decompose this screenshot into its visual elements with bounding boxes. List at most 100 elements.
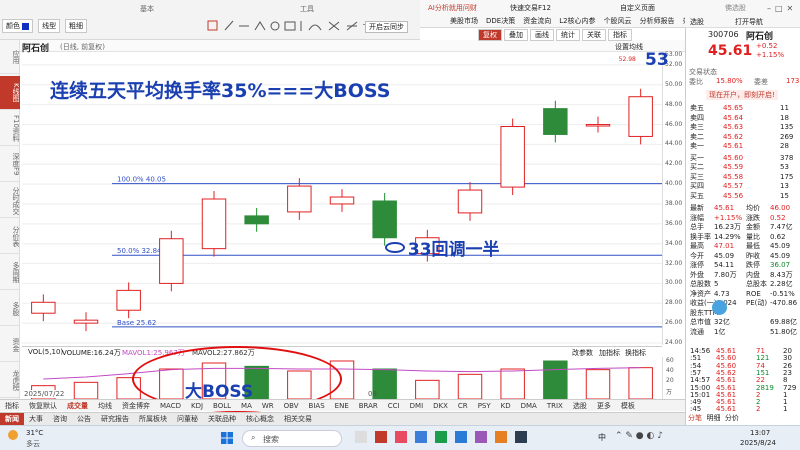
indicator-tab-24[interactable]: 模板 [616, 400, 640, 411]
buy-row-2-col-1: 45.58 [723, 172, 744, 181]
indicator-tab-18[interactable]: PSY [473, 400, 496, 411]
buy-row-2: 买三 45.58 175 [688, 173, 800, 183]
volume-chart[interactable] [22, 357, 662, 399]
top-tab-stock-pick[interactable]: 选股 [690, 17, 704, 27]
line-type-button[interactable]: 线型 [38, 19, 61, 33]
bottom-tab-1[interactable]: 大事 [24, 413, 48, 425]
windows-start-icon[interactable] [221, 432, 233, 444]
chart-button-5[interactable]: 指标 [608, 29, 632, 41]
indicator-tab-14[interactable]: CCI [383, 400, 405, 411]
float-assistant-icon[interactable] [712, 300, 727, 315]
bottom-tab-0[interactable]: 新闻 [0, 413, 24, 425]
app-red-icon[interactable] [395, 431, 407, 443]
chart-button-0[interactable]: 复权 [478, 29, 502, 41]
color-button[interactable]: 颜色 [2, 19, 34, 33]
indicator-tab-11[interactable]: BIAS [304, 400, 330, 411]
left-tab-8[interactable]: 资金 [0, 328, 20, 362]
tray-icons[interactable]: ⌃ ✎ ● ◐ ♪ [615, 431, 663, 441]
bottom-tab-7[interactable]: 关联品种 [203, 413, 241, 425]
indicator-tab-12[interactable]: ENE [330, 400, 354, 411]
indicator-tab-4[interactable]: 资金博弈 [117, 400, 155, 411]
file-explorer-icon[interactable] [355, 431, 367, 443]
indicator-tab-3[interactable]: 均线 [93, 400, 117, 411]
line-width-button[interactable]: 粗细 [64, 19, 87, 33]
top-tab-navigation[interactable]: 打开导航 [735, 17, 763, 27]
left-tab-1[interactable]: K线图 [0, 76, 20, 110]
indicator-tab-15[interactable]: DMI [405, 400, 429, 411]
indicator-tab-16[interactable]: DKX [428, 400, 453, 411]
stat-row-9-col-2: ROE [746, 289, 761, 298]
app-purple-icon[interactable] [475, 431, 487, 443]
chart-button-4[interactable]: 关联 [582, 29, 606, 41]
left-tab-0[interactable]: 应用 [0, 40, 20, 74]
indicator-tab-0[interactable]: 指标 [0, 400, 24, 411]
color-label: 颜色 [6, 22, 20, 30]
app-blue-icon[interactable] [415, 431, 427, 443]
indicator-tab-8[interactable]: MA [236, 400, 257, 411]
indicator-tab-21[interactable]: TRIX [542, 400, 568, 411]
chart-button-3[interactable]: 统计 [556, 29, 580, 41]
left-tab-7[interactable]: 多股 [0, 292, 20, 326]
browser-tab-2[interactable]: 资金流向 [523, 16, 551, 26]
stat-row-10-col-3: -470.86 [770, 299, 798, 307]
quote-tab-price[interactable]: 分价 [725, 414, 739, 422]
window-buttons[interactable]: –□✕ [767, 4, 797, 13]
indicator-tab-6[interactable]: KDJ [186, 400, 208, 411]
left-tab-2[interactable]: F10资料 [0, 112, 20, 146]
indicator-tab-20[interactable]: DMA [516, 400, 542, 411]
browser-tab-0[interactable]: 美股市场 [450, 16, 478, 26]
bottom-tab-3[interactable]: 公告 [72, 413, 96, 425]
bottom-tab-6[interactable]: 问董秘 [172, 413, 203, 425]
qq-icon[interactable] [455, 431, 467, 443]
bottom-tab-5[interactable]: 所属板块 [134, 413, 172, 425]
app-orange-icon[interactable] [495, 431, 507, 443]
app-dark-icon[interactable] [515, 431, 527, 443]
indicator-tab-17[interactable]: CR [453, 400, 473, 411]
indicator-tab-10[interactable]: OBV [279, 400, 304, 411]
bottom-tab-9[interactable]: 相关交易 [279, 413, 317, 425]
buy-row-4-col-0: 买五 [690, 191, 704, 200]
chart-button-1[interactable]: 叠加 [504, 29, 528, 41]
indicator-tab-13[interactable]: BRAR [354, 400, 383, 411]
buy-row-4-col-1: 45.56 [723, 191, 744, 200]
buy-row-1-col-1: 45.59 [723, 163, 744, 171]
ime-indicator[interactable]: 中 [598, 432, 606, 443]
clock-date: 2025/8/24 [740, 439, 776, 447]
indicator-tab-5[interactable]: MACD [155, 400, 186, 411]
chart-button-2[interactable]: 画线 [530, 29, 554, 41]
custom-layout-button[interactable]: 自定义页面 [620, 3, 655, 13]
browser-tab-4[interactable]: 个股风云 [604, 16, 632, 26]
bottom-tab-8[interactable]: 核心概念 [241, 413, 279, 425]
stat-row-5-col-3: 45.09 [770, 251, 791, 260]
wechat-icon[interactable] [435, 431, 447, 443]
wps-icon[interactable] [375, 431, 387, 443]
indicator-tab-9[interactable]: WR [257, 400, 279, 411]
stat-row-1: 涨幅 +1.15% 涨跌 0.52 [688, 214, 800, 224]
quote-tab-detail[interactable]: 明细 [706, 414, 720, 422]
browser-tab-1[interactable]: DDE决策 [486, 16, 515, 26]
search-box[interactable]: ⌕ 搜索 [242, 430, 342, 447]
quote-tab-ticks[interactable]: 分笔 [688, 414, 702, 422]
promo-banner[interactable]: 现在开户，即刻开启! [706, 90, 778, 100]
cloud-sync-button[interactable]: 开启云同步 [365, 21, 408, 33]
browser-tab-3[interactable]: L2核心内参 [559, 16, 595, 26]
browser-tab-5[interactable]: 分析师报告 [640, 16, 675, 26]
left-tab-3[interactable]: 深度F9 [0, 148, 20, 182]
stat-row-3-col-3: 0.62 [770, 232, 786, 241]
bottom-tab-2[interactable]: 咨询 [48, 413, 72, 425]
indicator-tab-1[interactable]: 恢复默认 [24, 400, 62, 411]
ai-notice[interactable]: AI分析就用问财 [428, 3, 477, 13]
indicator-tab-23[interactable]: 更多 [592, 400, 616, 411]
left-tab-6[interactable]: 多周期 [0, 256, 20, 290]
bottom-tab-4[interactable]: 研究报告 [96, 413, 134, 425]
set-ma-button[interactable]: 设置均线 [615, 42, 643, 52]
left-tab-4[interactable]: 分时成交 [0, 184, 20, 218]
indicator-tab-7[interactable]: BOLL [208, 400, 236, 411]
indicator-tab-22[interactable]: 选股 [568, 400, 592, 411]
sub-tab-status[interactable]: 交易状态 [689, 67, 717, 77]
quick-trade-button[interactable]: 快速交易F12 [510, 3, 551, 13]
indicator-tab-19[interactable]: KD [496, 400, 516, 411]
left-tab-5[interactable]: 分价表 [0, 220, 20, 254]
indicator-tab-2[interactable]: 成交量 [62, 400, 93, 411]
left-tab-9[interactable]: 龙虎榜 [0, 364, 20, 398]
